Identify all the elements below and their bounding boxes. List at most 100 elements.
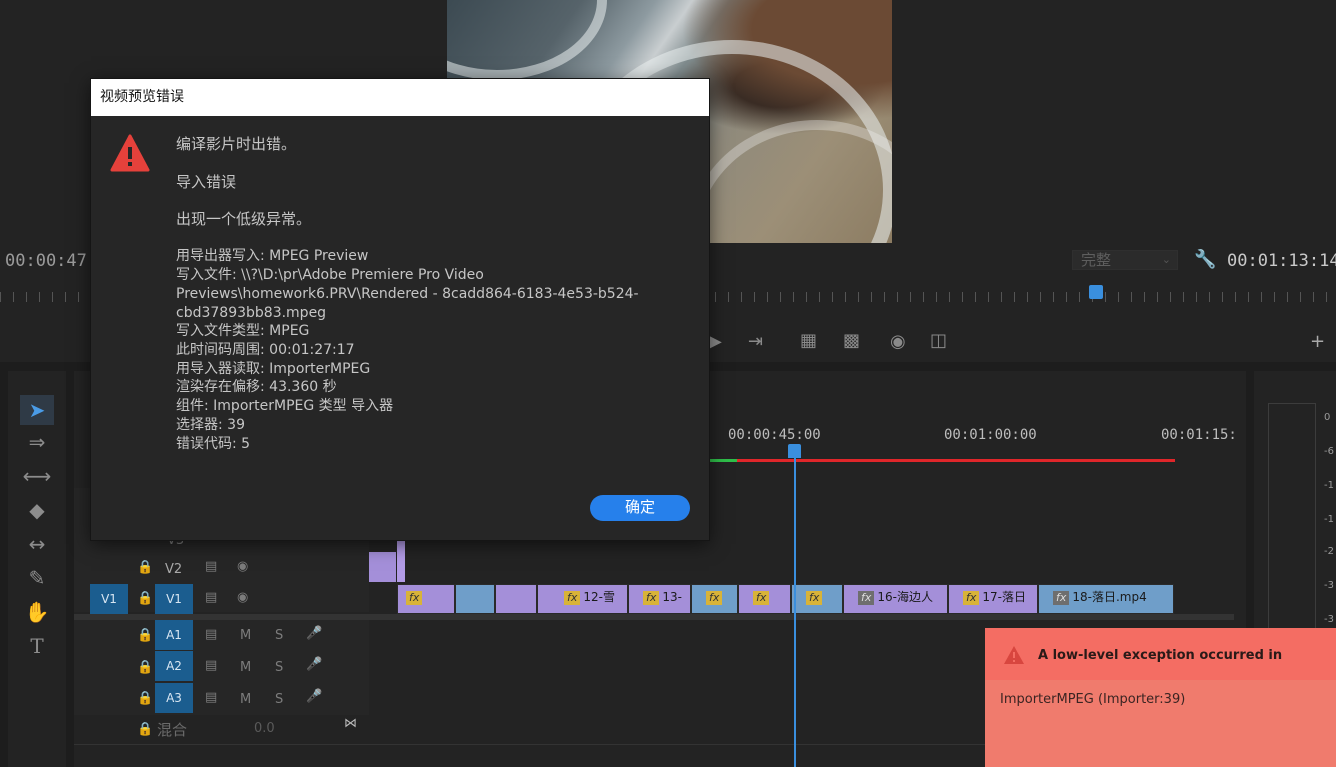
tools-panel: ➤ ⇒ ⟷ ◆ ↔ ✎ ✋ T xyxy=(8,371,66,767)
bowtie-icon[interactable]: ⋈ xyxy=(344,716,357,731)
hand-tool-icon[interactable]: ✋ xyxy=(20,597,54,627)
selection-tool-icon[interactable]: ➤ xyxy=(20,395,54,425)
error-detail-line: 写入文件: \\?\D:\pr\Adobe Premiere Pro Video xyxy=(176,267,484,283)
meter-scale-label: -1 xyxy=(1324,480,1334,491)
microphone-icon[interactable]: 🎤 xyxy=(306,689,322,704)
mute-button[interactable]: M xyxy=(240,628,251,643)
meter-scale-label: -2 xyxy=(1324,546,1334,557)
warning-icon xyxy=(1004,646,1024,664)
error-message-import: 导入错误 xyxy=(176,173,237,191)
type-tool-icon[interactable]: T xyxy=(20,631,54,661)
timeline-clip[interactable]: fx xyxy=(691,584,738,614)
sync-lock-icon[interactable]: ▤ xyxy=(205,590,217,605)
microphone-icon[interactable]: 🎤 xyxy=(306,626,322,641)
solo-button[interactable]: S xyxy=(275,660,283,675)
microphone-icon[interactable]: 🎤 xyxy=(306,657,322,672)
track-select-tool-icon[interactable]: ⇒ xyxy=(20,427,54,457)
error-detail-line: 渲染存在偏移: 43.360 秒 xyxy=(176,379,337,395)
error-detail-line: 组件: ImporterMPEG 类型 导入器 xyxy=(176,398,394,414)
razor-tool-icon[interactable]: ◆ xyxy=(20,495,54,525)
meter-scale-label: -3 xyxy=(1324,580,1334,591)
fx-badge: fx xyxy=(806,591,823,605)
fx-badge: fx xyxy=(564,591,581,605)
fx-badge: fx xyxy=(643,591,660,605)
sync-lock-icon[interactable]: ▤ xyxy=(205,658,217,673)
clip-v2[interactable] xyxy=(369,552,396,582)
camera-icon[interactable]: ◉ xyxy=(890,331,906,352)
timeline-clip[interactable]: fx xyxy=(738,584,791,614)
pen-tool-icon[interactable]: ✎ xyxy=(20,563,54,593)
timeline-clip[interactable]: fx 17-落日 xyxy=(948,584,1038,614)
eye-icon[interactable]: ◉ xyxy=(237,559,248,574)
comparison-view-icon[interactable]: ◫ xyxy=(930,330,947,351)
slip-tool-icon[interactable]: ↔ xyxy=(20,529,54,559)
lock-icon[interactable]: 🔒 xyxy=(137,691,153,706)
lift-icon[interactable]: ▦ xyxy=(800,330,817,351)
go-to-out-icon[interactable]: ⇥ xyxy=(748,331,763,352)
timeline-clip[interactable]: fx 13- xyxy=(628,584,691,614)
error-toast[interactable]: A low-level exception occurred in Import… xyxy=(985,628,1336,767)
track-target-a2[interactable]: A2 xyxy=(155,651,193,681)
fx-badge: fx xyxy=(1053,591,1070,605)
play-icon[interactable]: ▶ xyxy=(708,331,722,352)
ok-button[interactable]: 确定 xyxy=(590,495,690,521)
timeline-playhead-handle[interactable] xyxy=(788,444,801,458)
lock-icon[interactable]: 🔒 xyxy=(137,660,153,675)
extract-icon[interactable]: ▩ xyxy=(843,330,860,351)
error-detail-line: 用导入器读取: ImporterMPEG xyxy=(176,361,371,377)
lock-icon[interactable]: 🔒 xyxy=(137,628,153,643)
clip-v2-top[interactable] xyxy=(397,540,405,582)
wrench-icon[interactable]: 🔧 xyxy=(1194,249,1216,270)
lock-icon[interactable]: 🔒 xyxy=(137,722,153,737)
mute-button[interactable]: M xyxy=(240,692,251,707)
sync-lock-icon[interactable]: ▤ xyxy=(205,559,217,574)
sync-lock-icon[interactable]: ▤ xyxy=(205,690,217,705)
track-target-v1[interactable]: V1 xyxy=(155,584,193,614)
lock-icon[interactable]: 🔒 xyxy=(137,591,153,606)
source-patch-v1[interactable]: V1 xyxy=(90,584,128,614)
timeline-clip[interactable] xyxy=(495,584,537,614)
meter-scale-label: 0 xyxy=(1324,412,1331,423)
clip-name: 16-海边人 xyxy=(877,590,933,604)
toast-message: ImporterMPEG (Importer:39) xyxy=(1000,692,1186,707)
eye-icon[interactable]: ◉ xyxy=(237,590,248,605)
meter-scale-label: -3 xyxy=(1324,614,1334,625)
fx-badge: fx xyxy=(406,591,423,605)
fx-badge: fx xyxy=(753,591,770,605)
track-target-a1[interactable]: A1 xyxy=(155,620,193,650)
error-detail-line: 此时间码周围: 00:01:27:17 xyxy=(176,342,355,358)
solo-button[interactable]: S xyxy=(275,628,283,643)
playback-resolution-select[interactable]: 完整 ⌄ xyxy=(1072,250,1178,270)
monitor-playhead-marker[interactable] xyxy=(1089,285,1103,299)
timeline-clip[interactable]: fx xyxy=(791,584,843,614)
video-preview-error-dialog: 视频预览错误 编译影片时出错。 导入错误 出现一个低级异常。 用导出器写入: M… xyxy=(91,79,709,540)
fx-badge: fx xyxy=(963,591,980,605)
clip-name: 17-落日 xyxy=(982,590,1026,604)
dialog-title[interactable]: 视频预览错误 xyxy=(91,79,709,116)
ripple-edit-tool-icon[interactable]: ⟷ xyxy=(20,461,54,491)
timeline-clip[interactable] xyxy=(455,584,495,614)
clip-name: 18-落日.mp4 xyxy=(1072,590,1147,604)
chevron-down-icon: ⌄ xyxy=(1161,253,1171,266)
track-target-a3[interactable]: A3 xyxy=(155,683,193,713)
lock-icon[interactable]: 🔒 xyxy=(137,560,153,575)
clip-name: 13- xyxy=(662,590,682,604)
error-detail-line: 选择器: 39 xyxy=(176,417,245,433)
timeline-clip[interactable]: fx 16-海边人 xyxy=(843,584,948,614)
add-button-icon[interactable]: + xyxy=(1310,331,1325,352)
error-detail-line: 写入文件类型: MPEG xyxy=(176,323,310,339)
solo-button[interactable]: S xyxy=(275,692,283,707)
mix-volume-value[interactable]: 0.0 xyxy=(254,721,275,736)
mute-button[interactable]: M xyxy=(240,660,251,675)
error-detail-line: 用导出器写入: MPEG Preview xyxy=(176,248,369,264)
playback-resolution-value: 完整 xyxy=(1081,251,1112,269)
timeline-playhead[interactable] xyxy=(794,452,796,767)
error-message-compile: 编译影片时出错。 xyxy=(176,135,297,153)
fx-badge: fx xyxy=(858,591,875,605)
mix-track-label: 混合 xyxy=(157,721,188,739)
timeline-clip[interactable]: fx 12-雪 xyxy=(537,584,628,614)
timeline-clip[interactable]: fx xyxy=(397,584,455,614)
sync-lock-icon[interactable]: ▤ xyxy=(205,627,217,642)
error-message-exception: 出现一个低级异常。 xyxy=(176,210,312,228)
timeline-clip[interactable]: fx 18-落日.mp4 xyxy=(1038,584,1174,614)
